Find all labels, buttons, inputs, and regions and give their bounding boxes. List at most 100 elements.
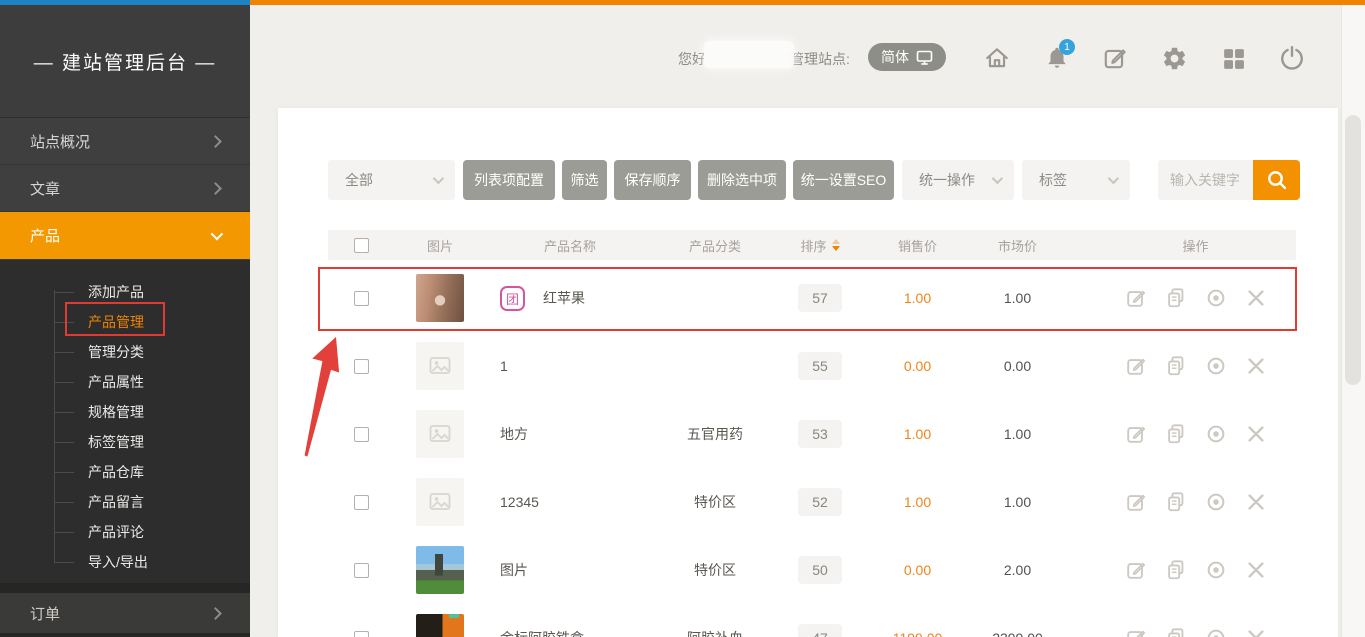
preview-button[interactable] (1205, 423, 1227, 445)
tag-select[interactable]: 标签 (1022, 160, 1130, 200)
table-row: 图片 特价区 50 0.00 2.00 (328, 536, 1296, 604)
submenu-item-product-management[interactable]: 产品管理 (0, 307, 250, 337)
preview-button[interactable] (1205, 355, 1227, 377)
sort-value[interactable]: 52 (798, 488, 842, 516)
chevron-right-icon (209, 182, 222, 195)
product-name: 金标阿胶铁盒 (500, 628, 584, 637)
image-placeholder-icon (428, 490, 452, 514)
copy-button[interactable] (1165, 287, 1187, 309)
submenu-item-product-attributes[interactable]: 产品属性 (0, 367, 250, 397)
sidebar-item-label: 站点概况 (30, 131, 90, 152)
settings-button[interactable] (1160, 44, 1188, 72)
preview-button[interactable] (1205, 491, 1227, 513)
edit-icon (1125, 559, 1147, 581)
product-thumbnail[interactable] (416, 614, 464, 637)
tree-tick (54, 322, 74, 323)
top-strip-orange (250, 0, 1365, 5)
copy-button[interactable] (1165, 491, 1187, 513)
row-checkbox[interactable] (354, 427, 369, 442)
header-category: 产品分类 (655, 236, 775, 255)
sidebar-item-site-overview[interactable]: 站点概况 (0, 118, 250, 165)
delete-button[interactable] (1245, 355, 1267, 377)
redacted-username (704, 41, 794, 68)
delete-button[interactable] (1245, 287, 1267, 309)
table-header: 图片 产品名称 产品分类 排序 销售价 市场价 操作 (328, 230, 1296, 260)
list-config-button[interactable]: 列表项配置 (463, 160, 555, 200)
sidebar-item-articles[interactable]: 文章 (0, 165, 250, 212)
table-row: 12345 特价区 52 1.00 1.00 (328, 468, 1296, 536)
copy-button[interactable] (1165, 355, 1187, 377)
sort-value[interactable]: 57 (798, 284, 842, 312)
compose-button[interactable] (1101, 44, 1129, 72)
submenu-item-product-warehouse[interactable]: 产品仓库 (0, 457, 250, 487)
preview-button[interactable] (1205, 287, 1227, 309)
sidebar-item-products[interactable]: 产品 (0, 212, 250, 259)
preview-button[interactable] (1205, 559, 1227, 581)
copy-button[interactable] (1165, 627, 1187, 637)
tree-tick (54, 442, 74, 443)
product-thumbnail[interactable] (416, 274, 464, 322)
copy-button[interactable] (1165, 423, 1187, 445)
sidebar-item-label: 文章 (30, 178, 60, 199)
home-button[interactable] (983, 44, 1011, 72)
row-checkbox[interactable] (354, 631, 369, 637)
submenu-item-tag-management[interactable]: 标签管理 (0, 427, 250, 457)
submenu-label: 产品属性 (88, 374, 144, 390)
eye-icon (1205, 423, 1227, 445)
delete-button[interactable] (1245, 491, 1267, 513)
page-scrollbar-thumb[interactable] (1345, 115, 1361, 385)
row-checkbox[interactable] (354, 563, 369, 578)
submenu-item-product-reviews[interactable]: 产品评论 (0, 517, 250, 547)
edit-button[interactable] (1125, 627, 1147, 637)
copy-button[interactable] (1165, 559, 1187, 581)
edit-icon (1125, 423, 1147, 445)
seo-settings-button[interactable]: 统一设置SEO (793, 160, 894, 200)
row-checkbox[interactable] (354, 495, 369, 510)
search-button[interactable] (1253, 160, 1300, 200)
product-category: 特价区 (655, 492, 775, 512)
edit-button[interactable] (1125, 355, 1147, 377)
delete-button[interactable] (1245, 627, 1267, 637)
filter-button[interactable]: 筛选 (562, 160, 607, 200)
submenu-item-add-product[interactable]: 添加产品 (0, 277, 250, 307)
submenu-item-import-export[interactable]: 导入/导出 (0, 547, 250, 577)
edit-button[interactable] (1125, 423, 1147, 445)
sort-value[interactable]: 50 (798, 556, 842, 584)
logout-button[interactable] (1278, 44, 1306, 72)
search-input[interactable] (1158, 160, 1253, 200)
product-thumbnail-placeholder[interactable] (416, 410, 464, 458)
sort-value[interactable]: 55 (798, 352, 842, 380)
edit-button[interactable] (1125, 491, 1147, 513)
submenu-item-manage-categories[interactable]: 管理分类 (0, 337, 250, 367)
save-order-button[interactable]: 保存顺序 (614, 160, 691, 200)
product-name: 图片 (500, 560, 528, 580)
monitor-icon (916, 49, 933, 66)
table-row: 金标阿胶铁盒 阿胶补血 47 1199.00 2399.00 (328, 604, 1296, 637)
row-checkbox[interactable] (354, 291, 369, 306)
delete-selected-button[interactable]: 删除选中项 (698, 160, 786, 200)
sort-value[interactable]: 47 (798, 624, 842, 637)
delete-button[interactable] (1245, 423, 1267, 445)
close-icon (1245, 423, 1267, 445)
submenu-item-product-messages[interactable]: 产品留言 (0, 487, 250, 517)
chevron-right-icon (209, 135, 222, 148)
edit-button[interactable] (1125, 287, 1147, 309)
edit-button[interactable] (1125, 559, 1147, 581)
select-all-checkbox[interactable] (354, 238, 369, 253)
filter-all-select[interactable]: 全部 (328, 160, 455, 200)
product-thumbnail-placeholder[interactable] (416, 342, 464, 390)
product-thumbnail[interactable] (416, 546, 464, 594)
language-button[interactable]: 简体 (868, 43, 946, 71)
delete-button[interactable] (1245, 559, 1267, 581)
row-checkbox[interactable] (354, 359, 369, 374)
submenu-item-spec-management[interactable]: 规格管理 (0, 397, 250, 427)
sale-price: 0.00 (865, 358, 970, 374)
sort-toggle[interactable] (832, 239, 840, 251)
sidebar-item-orders[interactable]: 订单 (0, 593, 250, 633)
batch-operation-select[interactable]: 统一操作 (902, 160, 1014, 200)
preview-button[interactable] (1205, 627, 1227, 637)
sort-value[interactable]: 53 (798, 420, 842, 448)
grid-icon (1221, 46, 1246, 71)
product-thumbnail-placeholder[interactable] (416, 478, 464, 526)
apps-button[interactable] (1219, 44, 1247, 72)
